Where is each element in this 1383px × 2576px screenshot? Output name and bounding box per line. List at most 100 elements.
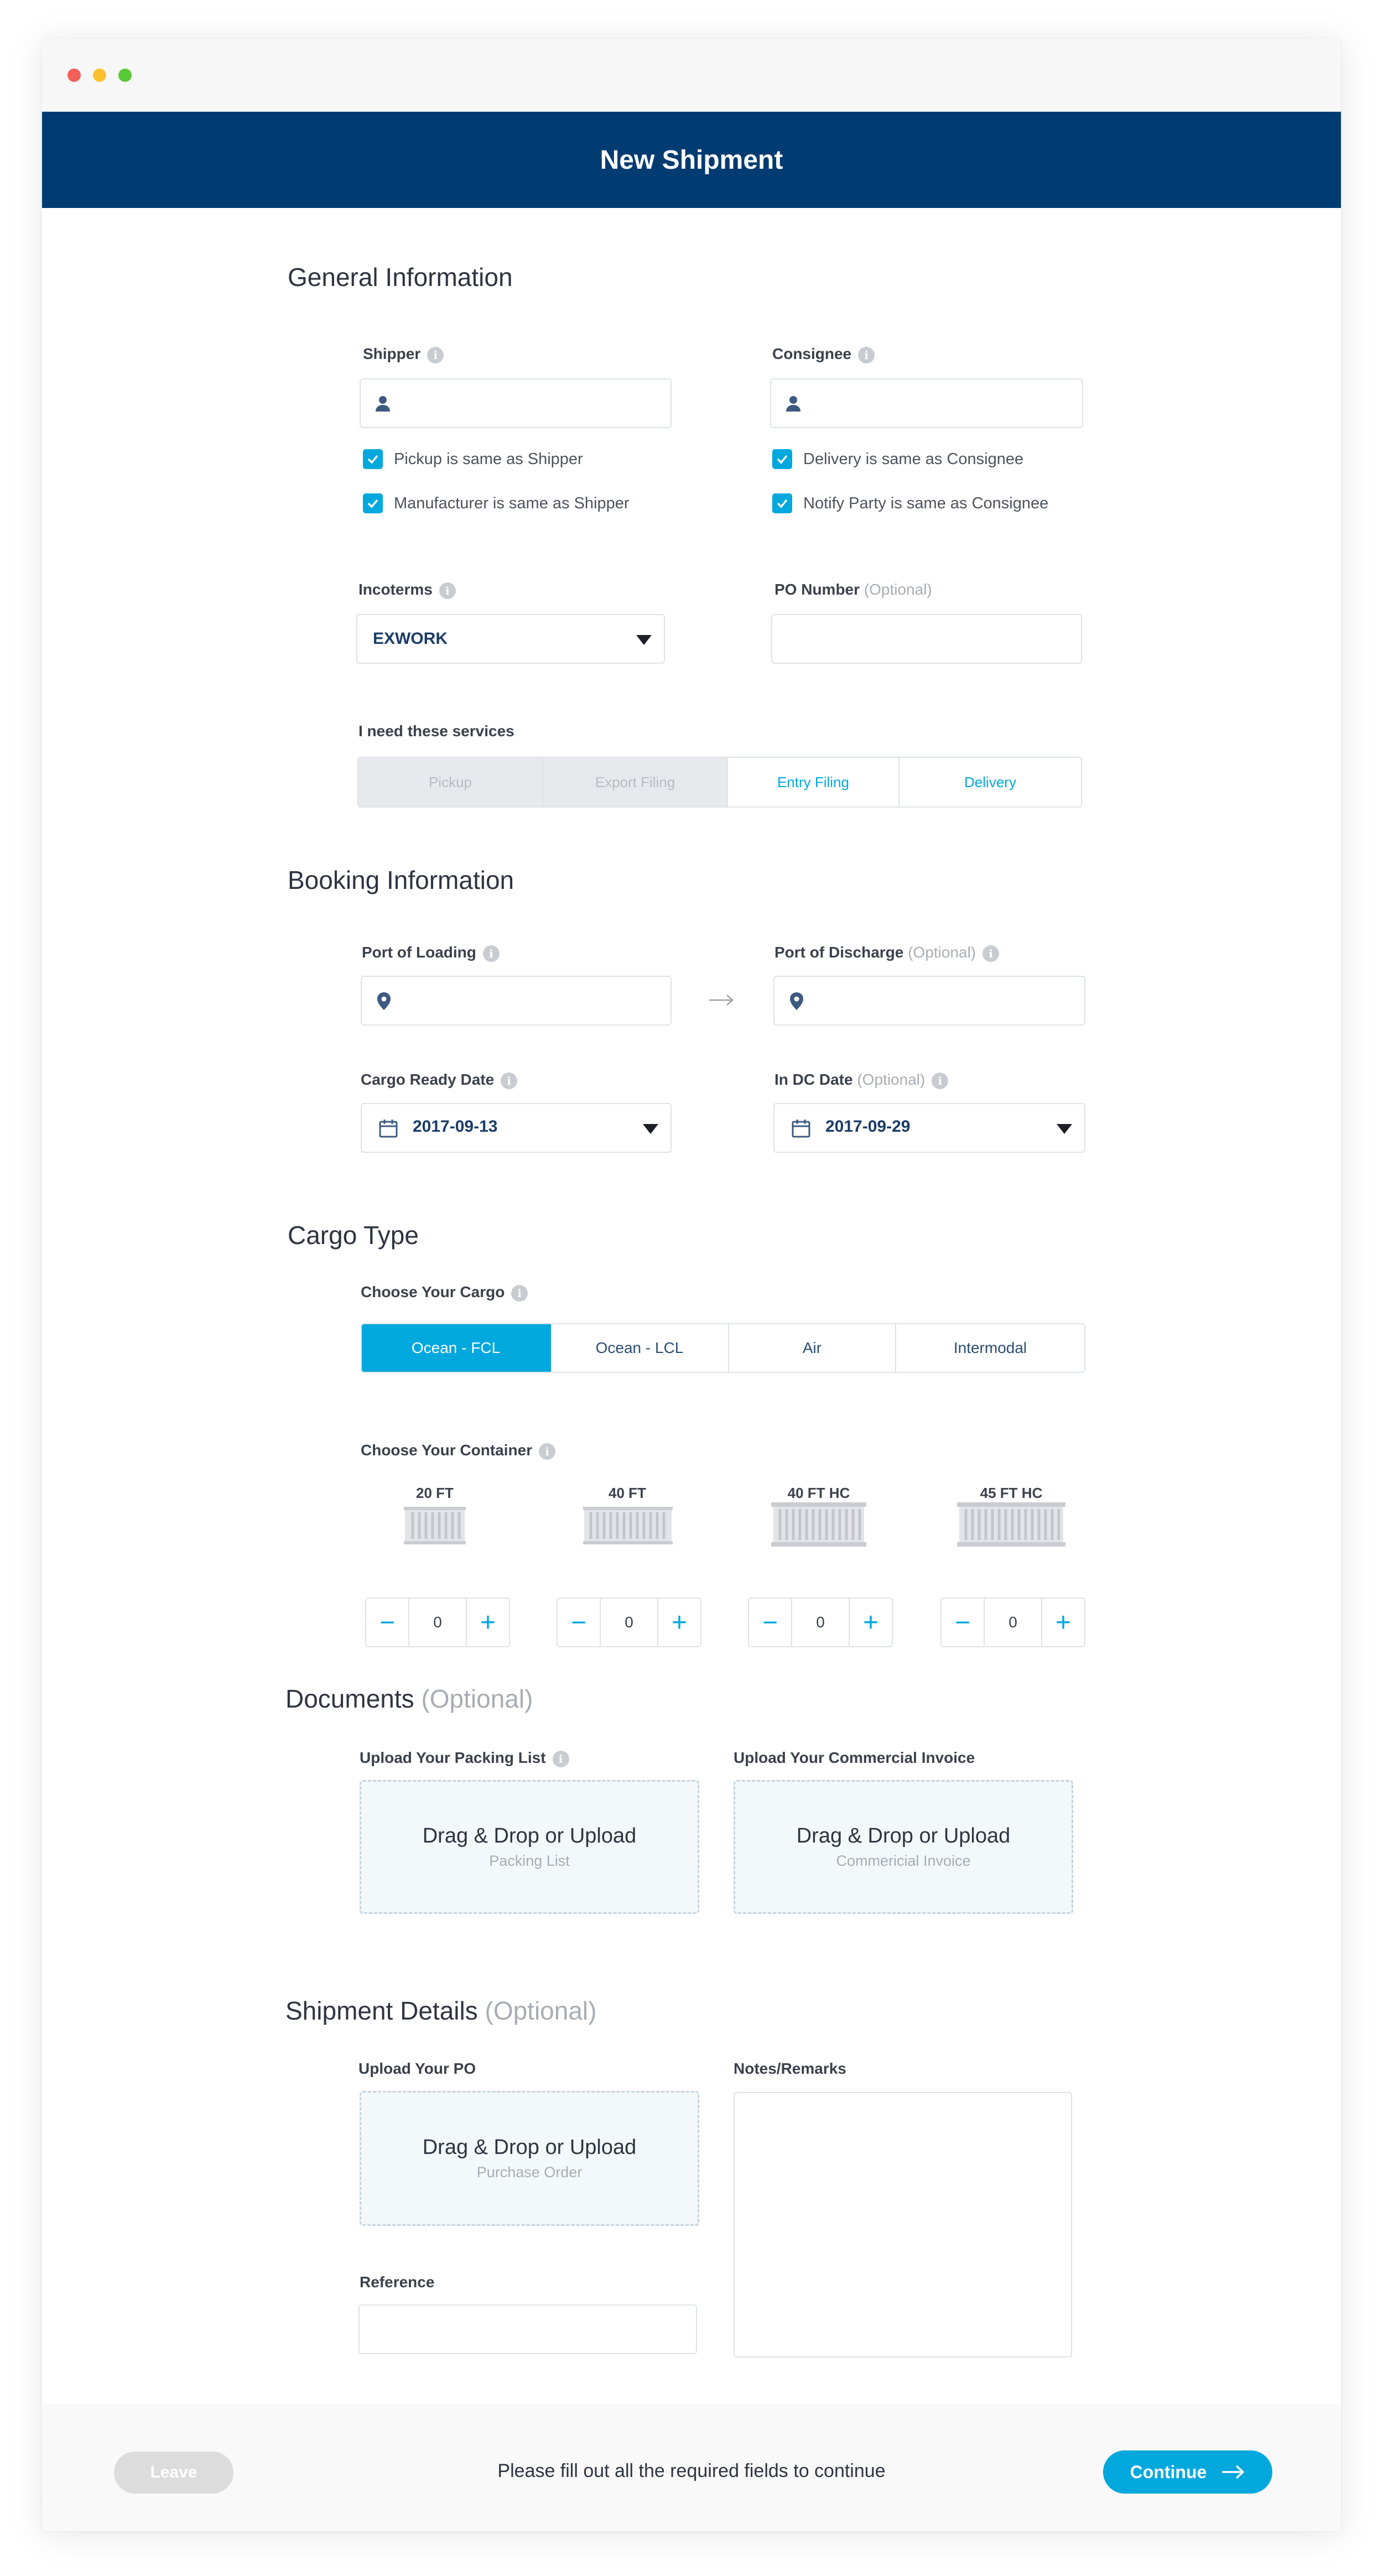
arrow-right-icon [1222, 2465, 1245, 2479]
container-40fthc-stepper: − 0 + [748, 1597, 893, 1647]
consignee-input[interactable] [770, 378, 1083, 428]
container-icon [583, 1507, 673, 1544]
packing-list-label: Upload Your Packing List i [360, 1749, 569, 1767]
info-icon[interactable]: i [511, 1284, 528, 1302]
choose-cargo-label: Choose Your Cargo i [361, 1283, 528, 1302]
minimize-window-button[interactable] [93, 69, 106, 82]
close-window-button[interactable] [67, 69, 81, 82]
shipper-label: Shipper i [363, 345, 444, 363]
cargo-ocean-lcl[interactable]: Ocean - LCL [551, 1324, 729, 1372]
container-icon [771, 1502, 866, 1547]
app-window: New Shipment General Information Shipper… [42, 39, 1341, 2531]
decrement-button[interactable]: − [749, 1599, 791, 1646]
choose-container-label: Choose Your Container i [361, 1441, 556, 1460]
quantity-value[interactable]: 0 [791, 1599, 850, 1646]
container-icon [404, 1507, 466, 1544]
container-icon [957, 1502, 1065, 1547]
location-pin-icon [377, 992, 391, 1010]
in-dc-date-select[interactable]: 2017-09-29 [773, 1103, 1085, 1153]
increment-button[interactable]: + [1042, 1599, 1084, 1646]
increment-button[interactable]: + [658, 1599, 700, 1646]
location-pin-icon [790, 992, 803, 1010]
cargo-type-toggle-group: Ocean - FCL Ocean - LCL Air Intermodal [361, 1323, 1085, 1373]
checkbox-checked-icon [772, 493, 792, 513]
calendar-icon [379, 1120, 398, 1138]
info-icon[interactable]: i [482, 945, 500, 962]
services-label: I need these services [358, 722, 514, 740]
container-40fthc-label: 40 FT HC [787, 1485, 850, 1501]
cargo-air[interactable]: Air [729, 1324, 896, 1372]
info-icon[interactable]: i [982, 945, 1000, 962]
reference-input[interactable] [358, 2304, 697, 2354]
port-loading-input[interactable] [361, 976, 672, 1026]
commercial-invoice-dropzone[interactable]: Drag & Drop or Upload Commericial Invoic… [734, 1780, 1073, 1914]
general-info-heading: General Information [288, 263, 513, 292]
quantity-value[interactable]: 0 [600, 1599, 658, 1646]
port-loading-label: Port of Loading i [362, 944, 500, 962]
checkbox-checked-icon [772, 449, 792, 469]
person-icon [786, 396, 800, 412]
packing-list-dropzone[interactable]: Drag & Drop or Upload Packing List [360, 1780, 699, 1914]
maximize-window-button[interactable] [118, 69, 132, 82]
shipper-input[interactable] [360, 378, 672, 428]
decrement-button[interactable]: − [558, 1599, 600, 1646]
info-icon[interactable]: i [932, 1072, 949, 1089]
notes-label: Notes/Remarks [734, 2060, 846, 2077]
documents-heading: Documents (Optional) [285, 1684, 533, 1713]
continue-button[interactable]: Continue [1103, 2450, 1272, 2494]
info-icon[interactable]: i [858, 346, 875, 363]
container-45fthc-label: 45 FT HC [980, 1485, 1043, 1501]
container-20ft-stepper: − 0 + [365, 1597, 510, 1647]
upload-po-label: Upload Your PO [358, 2060, 476, 2077]
po-number-label: PO Number (Optional) [774, 581, 932, 598]
calendar-icon [792, 1120, 810, 1138]
service-entry-filing[interactable]: Entry Filing [728, 758, 900, 806]
increment-button[interactable]: + [467, 1599, 509, 1646]
purchase-order-dropzone[interactable]: Drag & Drop or Upload Purchase Order [360, 2091, 699, 2226]
commercial-invoice-label: Upload Your Commercial Invoice [734, 1749, 975, 1766]
cargo-ready-date-select[interactable]: 2017-09-13 [361, 1103, 672, 1153]
shipment-details-heading: Shipment Details (Optional) [285, 1996, 597, 2025]
person-icon [376, 396, 390, 412]
container-40ft-stepper: − 0 + [557, 1597, 701, 1647]
info-icon[interactable]: i [439, 582, 456, 599]
info-icon[interactable]: i [501, 1072, 518, 1089]
increment-button[interactable]: + [850, 1599, 892, 1646]
dropdown-arrow-icon [643, 1124, 658, 1134]
page-title: New Shipment [600, 145, 783, 175]
service-pickup[interactable]: Pickup [358, 758, 543, 806]
cargo-intermodal[interactable]: Intermodal [896, 1324, 1084, 1372]
po-number-input[interactable] [771, 614, 1082, 664]
info-icon[interactable]: i [552, 1750, 569, 1767]
pickup-same-checkbox[interactable]: Pickup is same as Shipper [363, 449, 583, 469]
info-icon[interactable]: i [539, 1443, 556, 1460]
incoterms-select[interactable]: EXWORK [356, 614, 665, 664]
notes-textarea[interactable] [734, 2092, 1072, 2358]
consignee-label: Consignee i [772, 345, 875, 363]
incoterms-label: Incoterms i [358, 581, 456, 599]
manufacturer-same-checkbox[interactable]: Manufacturer is same as Shipper [363, 493, 630, 513]
container-45fthc-stepper: − 0 + [940, 1597, 1085, 1647]
quantity-value[interactable]: 0 [984, 1599, 1042, 1646]
delivery-same-checkbox[interactable]: Delivery is same as Consignee [772, 449, 1023, 469]
port-discharge-label: Port of Discharge (Optional) i [774, 944, 1000, 962]
service-delivery[interactable]: Delivery [900, 758, 1081, 806]
checkbox-checked-icon [363, 493, 383, 513]
checkbox-checked-icon [363, 449, 383, 469]
quantity-value[interactable]: 0 [408, 1599, 467, 1646]
decrement-button[interactable]: − [366, 1599, 408, 1646]
cargo-ocean-fcl[interactable]: Ocean - FCL [362, 1324, 551, 1372]
booking-info-heading: Booking Information [288, 866, 514, 894]
decrement-button[interactable]: − [942, 1599, 984, 1646]
footer-bar: Leave Please fill out all the required f… [42, 2404, 1341, 2531]
notify-party-same-checkbox[interactable]: Notify Party is same as Consignee [772, 493, 1048, 513]
port-discharge-input[interactable] [773, 976, 1085, 1026]
info-icon[interactable]: i [427, 346, 444, 363]
cargo-ready-date-label: Cargo Ready Date i [361, 1071, 518, 1089]
title-bar [42, 39, 1341, 112]
service-export-filing[interactable]: Export Filing [543, 758, 728, 806]
in-dc-date-label: In DC Date (Optional) i [774, 1071, 949, 1089]
container-40ft-label: 40 FT [609, 1485, 646, 1501]
services-toggle-group: Pickup Export Filing Entry Filing Delive… [357, 757, 1082, 808]
arrow-right-icon [709, 995, 734, 1006]
